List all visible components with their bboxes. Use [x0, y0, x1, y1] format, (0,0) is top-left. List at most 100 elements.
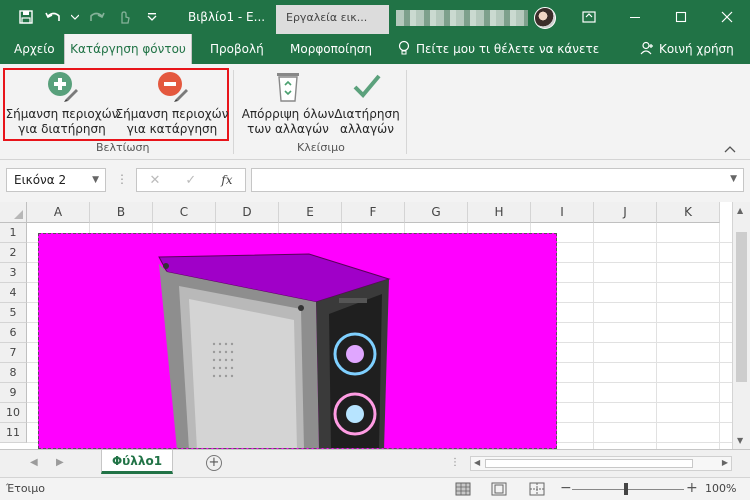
group-close-label: Κλείσιμο — [297, 141, 345, 154]
collapse-ribbon-icon[interactable] — [724, 143, 736, 153]
column-gridline — [656, 223, 657, 449]
picture-background-removal[interactable] — [38, 233, 557, 449]
mark-remove-minus-icon — [154, 68, 190, 104]
horizontal-scrollbar[interactable]: ◀ ▶ — [470, 456, 732, 471]
row-header[interactable]: 9 — [0, 383, 27, 403]
select-all-corner[interactable] — [0, 202, 27, 223]
group-separator — [406, 70, 407, 154]
row-header[interactable]: 3 — [0, 263, 27, 283]
expand-formula-bar-icon[interactable]: ▼ — [730, 174, 737, 184]
lightbulb-icon — [398, 40, 410, 59]
scroll-up-icon[interactable]: ▲ — [737, 206, 743, 215]
column-header[interactable]: F — [342, 202, 405, 223]
zoom-level[interactable]: 100% — [705, 482, 736, 495]
insert-function-icon[interactable]: fx — [221, 173, 232, 187]
avatar[interactable] — [534, 7, 556, 29]
add-sheet-icon[interactable]: + — [206, 455, 222, 471]
mark-keep-label-line1: Σήμανση περιοχών — [5, 107, 119, 121]
zoom-slider-thumb[interactable] — [624, 483, 628, 495]
column-header[interactable]: C — [153, 202, 216, 223]
mark-remove-label-line1: Σήμανση περιοχών — [115, 107, 229, 121]
user-account[interactable] — [396, 7, 556, 29]
zoom-out-button[interactable]: − — [560, 480, 572, 496]
undo-icon[interactable] — [42, 5, 66, 29]
share-person-icon — [640, 41, 654, 58]
horizontal-scroll-thumb[interactable] — [485, 459, 693, 468]
tab-file[interactable]: Αρχείο — [14, 34, 55, 64]
customize-qat-icon[interactable] — [140, 5, 164, 29]
mark-keep-plus-icon — [44, 68, 80, 104]
formula-bar: Εικόνα 2 ▼ ⋮ ✕ ✓ fx ▼ — [0, 160, 750, 202]
prev-sheet-icon[interactable]: ◀ — [30, 457, 38, 468]
page-break-view-icon[interactable] — [529, 482, 545, 496]
next-sheet-icon[interactable]: ▶ — [56, 457, 64, 468]
cancel-formula-icon[interactable]: ✕ — [149, 173, 160, 188]
quick-access-toolbar — [0, 0, 164, 34]
row-header[interactable]: 10 — [0, 403, 27, 423]
checkmark-icon — [349, 68, 385, 104]
column-header[interactable]: B — [90, 202, 153, 223]
vertical-scroll-thumb[interactable] — [736, 232, 747, 382]
column-header[interactable]: J — [594, 202, 657, 223]
scroll-left-icon[interactable]: ◀ — [474, 458, 480, 467]
tab-background-removal[interactable]: Κατάργηση φόντου — [64, 34, 192, 64]
worksheet-grid[interactable]: ABCDEFGHIJK 1 2 3 4 5 6 7 8 9 10 11 ▲ ▼ — [0, 202, 750, 449]
formula-input[interactable]: ▼ — [251, 168, 744, 192]
share-button[interactable]: Κοινή χρήση — [640, 34, 734, 64]
normal-view-icon[interactable] — [455, 482, 471, 496]
discard-label-line2: των αλλαγών — [247, 122, 329, 136]
recycle-bin-icon — [270, 68, 306, 104]
picture-tools-contextual-tab[interactable]: Εργαλεία εικ... — [276, 5, 389, 34]
tab-format[interactable]: Μορφοποίηση — [290, 34, 372, 64]
row-header[interactable]: 8 — [0, 363, 27, 383]
touch-mode-icon[interactable] — [112, 5, 136, 29]
tab-view[interactable]: Προβολή — [210, 34, 264, 64]
mark-remove-label-line2: για κατάργηση — [126, 122, 218, 136]
mark-areas-to-remove-button[interactable]: Σήμανση περιοχών για κατάργηση — [116, 68, 228, 137]
scroll-down-icon[interactable]: ▼ — [737, 436, 743, 445]
row-header[interactable]: 6 — [0, 323, 27, 343]
page-layout-view-icon[interactable] — [491, 482, 507, 496]
enter-formula-icon[interactable]: ✓ — [185, 173, 196, 188]
zoom-in-button[interactable]: + — [686, 480, 698, 496]
undo-dropdown-icon[interactable] — [70, 5, 80, 29]
sheet-tab-active[interactable]: Φύλλο1 — [101, 450, 173, 474]
keep-changes-label-line2: αλλαγών — [340, 122, 394, 136]
maximize-icon[interactable] — [658, 0, 704, 34]
sheet-splitter-handle[interactable]: ⋮ — [450, 457, 460, 468]
row-header[interactable]: 11 — [0, 423, 27, 443]
vertical-scrollbar[interactable]: ▲ ▼ — [732, 202, 750, 449]
row-header[interactable]: 5 — [0, 303, 27, 323]
column-header[interactable]: K — [657, 202, 720, 223]
ribbon-display-options-icon[interactable] — [566, 0, 612, 34]
mark-keep-label-line2: για διατήρηση — [18, 122, 106, 136]
row-header[interactable]: 7 — [0, 343, 27, 363]
column-header[interactable]: I — [531, 202, 594, 223]
minimize-icon[interactable] — [612, 0, 658, 34]
zoom-slider-track[interactable] — [572, 489, 684, 490]
name-box[interactable]: Εικόνα 2 ▼ — [6, 168, 106, 192]
redo-icon[interactable] — [84, 5, 108, 29]
row-header[interactable]: 2 — [0, 243, 27, 263]
formula-buttons: ✕ ✓ fx — [136, 168, 246, 192]
save-icon[interactable] — [14, 5, 38, 29]
column-header[interactable]: E — [279, 202, 342, 223]
tell-me-search[interactable]: Πείτε μου τι θέλετε να κάνετε — [398, 34, 599, 64]
formula-bar-resize-handle[interactable]: ⋮ — [116, 172, 128, 186]
column-header[interactable]: G — [405, 202, 468, 223]
sheet-tabs-bar: ◀ ▶ Φύλλο1 + ⋮ ◀ ▶ — [0, 449, 750, 477]
mark-areas-to-keep-button[interactable]: Σήμανση περιοχών για διατήρηση — [5, 68, 119, 137]
discard-all-changes-button[interactable]: Απόρριψη όλων των αλλαγών — [240, 68, 336, 137]
keep-changes-label-line1: Διατήρηση — [334, 107, 400, 121]
column-header[interactable]: D — [216, 202, 279, 223]
scroll-right-icon[interactable]: ▶ — [722, 458, 728, 467]
column-header[interactable]: H — [468, 202, 531, 223]
chevron-down-icon[interactable]: ▼ — [92, 169, 99, 191]
share-label: Κοινή χρήση — [659, 42, 734, 56]
close-icon[interactable] — [704, 0, 750, 34]
row-header[interactable]: 4 — [0, 283, 27, 303]
row-header[interactable]: 1 — [0, 223, 27, 243]
keep-changes-button[interactable]: Διατήρηση αλλαγών — [334, 68, 400, 137]
status-bar: Έτοιμο − + 100% — [0, 477, 750, 500]
column-header[interactable]: A — [27, 202, 90, 223]
